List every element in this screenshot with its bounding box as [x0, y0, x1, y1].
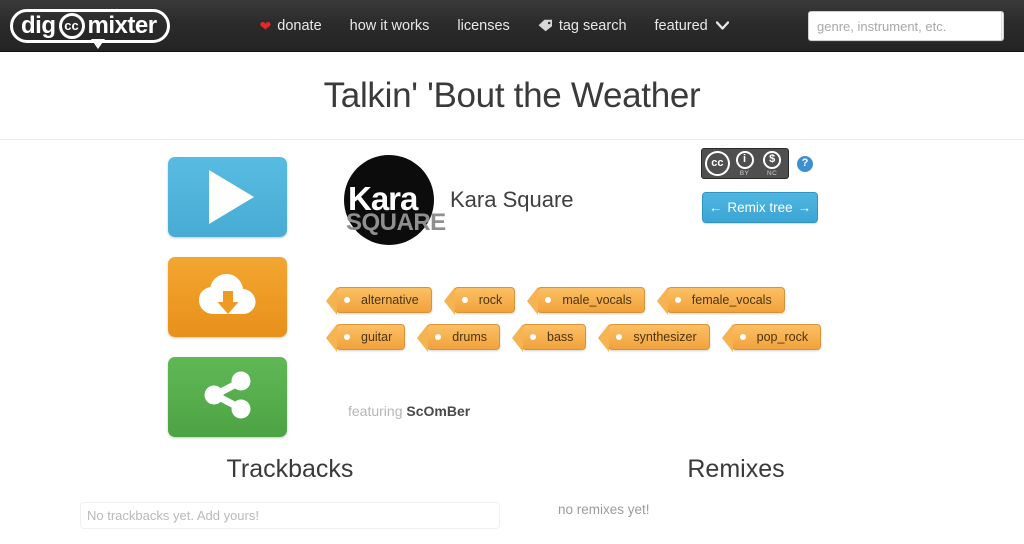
- nav-item-how-it-works[interactable]: how it works: [350, 18, 430, 34]
- search-icon: [1002, 16, 1004, 36]
- nav-label-featured: featured: [655, 18, 708, 34]
- site-logo[interactable]: dig cc mixter: [10, 9, 170, 43]
- tag-pop-rock[interactable]: pop_rock: [732, 324, 821, 350]
- tag-icon: [538, 19, 553, 32]
- featuring-artist-name[interactable]: ScOmBer: [406, 403, 470, 419]
- share-icon: [201, 370, 255, 425]
- tag-female-vocals[interactable]: female_vocals: [667, 287, 785, 313]
- trackbacks-heading: Trackbacks: [80, 455, 500, 484]
- play-icon: [209, 170, 254, 224]
- avatar-text-square: SQUARE: [346, 211, 446, 235]
- tag-synthesizer[interactable]: synthesizer: [608, 324, 709, 350]
- cc-icon: cc: [705, 151, 730, 176]
- cc-by-label: BY: [740, 170, 750, 177]
- tag-drums[interactable]: drums: [427, 324, 500, 350]
- remix-tree-label: Remix tree: [727, 200, 792, 215]
- tag-guitar[interactable]: guitar: [336, 324, 405, 350]
- download-button[interactable]: [168, 257, 287, 337]
- creative-commons-badge[interactable]: cc i BY $ NC: [701, 148, 789, 179]
- nav-label-how-it-works: how it works: [350, 18, 430, 34]
- remix-tree-button[interactable]: ← Remix tree →: [702, 192, 818, 223]
- remixes-heading: Remixes: [540, 455, 932, 484]
- artist-avatar[interactable]: Kara SQUARE: [344, 155, 434, 245]
- chevron-down-icon: [716, 21, 729, 30]
- nav-item-featured[interactable]: featured: [655, 18, 729, 34]
- cc-by-icon: i: [736, 151, 754, 169]
- search-button[interactable]: [1001, 12, 1004, 40]
- arrow-right-icon: →: [798, 200, 812, 215]
- action-button-column: [168, 157, 287, 437]
- remixes-empty-text: no remixes yet!: [540, 502, 932, 517]
- nav-item-tag-search[interactable]: tag search: [538, 18, 627, 34]
- site-header: dig cc mixter ❤ donate how it works lice…: [0, 0, 1024, 52]
- artist-row: Kara SQUARE Kara Square: [344, 155, 574, 245]
- cloud-download-icon: [197, 272, 259, 323]
- logo-text-dig: dig: [21, 14, 56, 38]
- logo-text-mixter: mixter: [88, 14, 157, 38]
- cc-nc-icon: $: [763, 151, 781, 169]
- tag-male-vocals[interactable]: male_vocals: [537, 287, 644, 313]
- main-navigation: ❤ donate how it works licenses tag searc…: [260, 18, 729, 34]
- featuring-label: featuring: [348, 403, 402, 419]
- page-title: Talkin' 'Bout the Weather: [324, 76, 701, 116]
- tag-rock[interactable]: rock: [454, 287, 516, 313]
- tag-row-2: guitar drums bass synthesizer pop_rock: [326, 324, 796, 350]
- heart-icon: ❤: [260, 19, 272, 33]
- cc-by-cell: i BY: [732, 151, 758, 177]
- trackback-input[interactable]: [80, 502, 500, 529]
- tag-alternative[interactable]: alternative: [336, 287, 432, 313]
- tag-bass[interactable]: bass: [522, 324, 586, 350]
- tag-row-1: alternative rock male_vocals female_voca…: [326, 287, 796, 313]
- cc-nc-label: NC: [767, 170, 777, 177]
- logo-bubble: dig cc mixter: [10, 9, 170, 43]
- main-content: Kara SQUARE Kara Square featuring ScOmBe…: [0, 140, 1024, 544]
- title-band: Talkin' 'Bout the Weather: [0, 52, 1024, 140]
- share-button[interactable]: [168, 357, 287, 437]
- license-area: cc i BY $ NC ?: [701, 148, 813, 179]
- nav-item-donate[interactable]: ❤ donate: [260, 18, 322, 34]
- cc-nc-cell: $ NC: [759, 151, 785, 177]
- arrow-left-icon: ←: [709, 200, 723, 215]
- nav-label-donate: donate: [277, 18, 321, 34]
- nav-item-licenses[interactable]: licenses: [457, 18, 509, 34]
- remixes-section: Remixes no remixes yet!: [540, 455, 932, 517]
- tag-list: alternative rock male_vocals female_voca…: [326, 287, 796, 361]
- featuring-line: featuring ScOmBer: [348, 403, 470, 419]
- logo-cc-icon: cc: [59, 13, 85, 39]
- search-input[interactable]: [809, 12, 1001, 40]
- help-icon[interactable]: ?: [797, 156, 813, 172]
- play-button[interactable]: [168, 157, 287, 237]
- nav-label-licenses: licenses: [457, 18, 509, 34]
- search-box: [808, 11, 1004, 41]
- trackbacks-section: Trackbacks: [80, 455, 500, 529]
- nav-label-tag-search: tag search: [559, 18, 627, 34]
- artist-name[interactable]: Kara Square: [450, 187, 574, 213]
